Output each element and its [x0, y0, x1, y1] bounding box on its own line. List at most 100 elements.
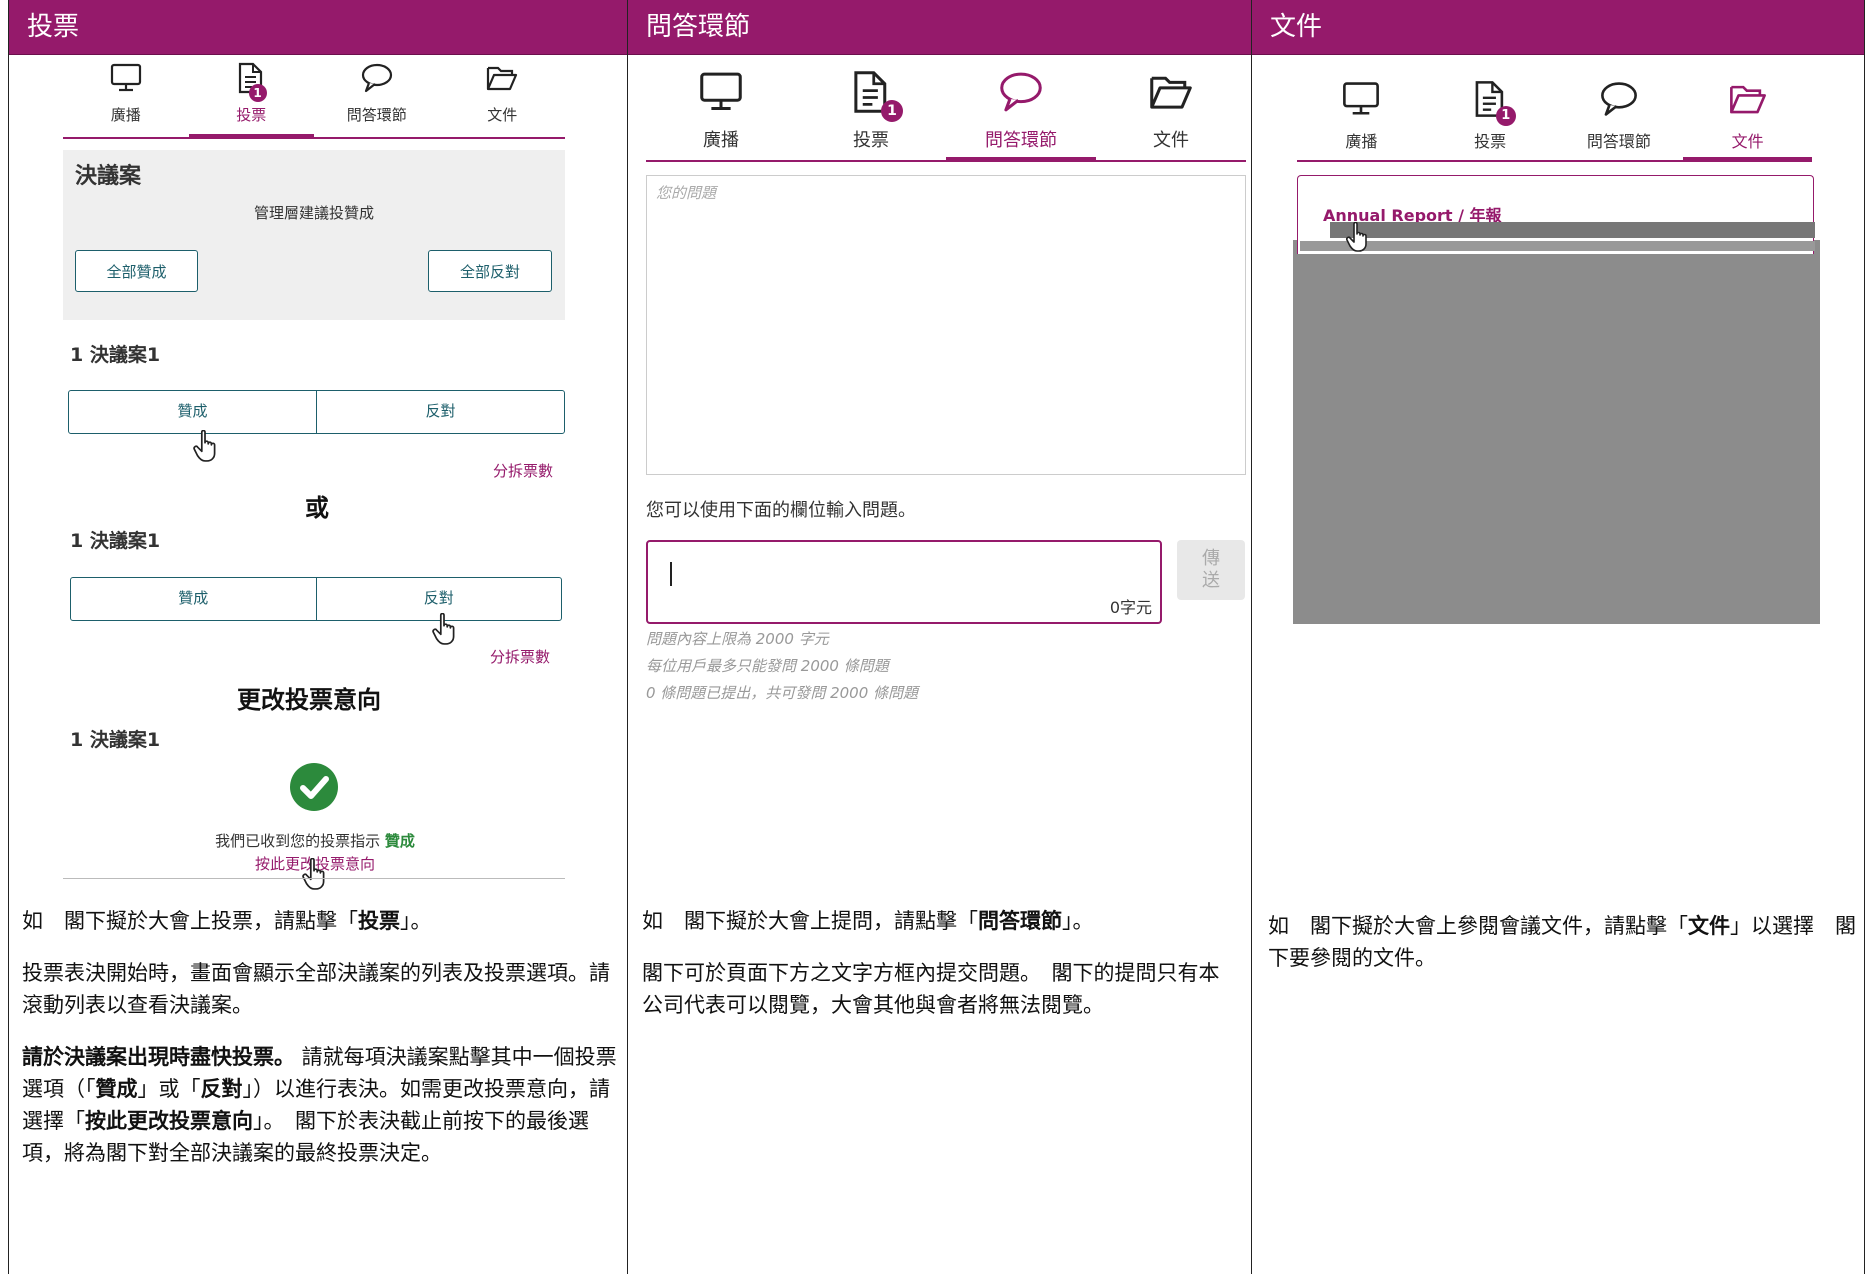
- question-history-box: 您的問題: [646, 175, 1246, 475]
- voting-instruction-p2: 投票表決開始時，畫面會顯示全部決議案的列表及投票選項。請滾動列表以查看決議案。: [22, 961, 610, 1017]
- resolution-label: 1 決議案1: [70, 530, 161, 552]
- all-against-button[interactable]: 全部反對: [428, 250, 552, 292]
- tab-qa-label: 問答環節: [985, 130, 1057, 151]
- documents-instructions: 如 閣下擬於大會上參閱會議文件，請點擊「文件」以選擇 閣下要參閱的文件。: [1268, 910, 1863, 994]
- against-button[interactable]: 反對: [316, 391, 564, 433]
- resolution-label: 1 決議案1: [70, 344, 161, 366]
- tab-vote[interactable]: 1 投票: [1426, 80, 1555, 160]
- tab-documents-label: 文件: [487, 106, 518, 124]
- for-button[interactable]: 贊成: [71, 578, 316, 620]
- document-viewer-overlay: [1293, 240, 1820, 624]
- question-input[interactable]: 0字元: [646, 540, 1162, 624]
- voting-instruction-p1: 如 閣下擬於大會上投票，請點擊「投票」。: [22, 905, 617, 937]
- monitor-icon: [110, 63, 141, 92]
- hand-pointer-icon: [193, 430, 216, 462]
- folder-icon: [1729, 85, 1766, 114]
- tab-vote-label: 投票: [853, 130, 889, 151]
- qa-instructions: 如 閣下擬於大會上提問，請點擊「問答環節」。 閣下可於頁面下方之文字方框內提交問…: [642, 905, 1237, 1041]
- voting-instructions: 如 閣下擬於大會上投票，請點擊「投票」。 投票表決開始時，畫面會顯示全部決議案的…: [22, 905, 617, 1189]
- instruction-bold: 按此更改投票意向: [85, 1108, 253, 1133]
- instruction-bold: 反對: [200, 1076, 243, 1101]
- vote-received-choice: 贊成: [384, 832, 415, 850]
- split-votes-link[interactable]: 分拆票數: [493, 460, 553, 481]
- tab-vote[interactable]: 1 投票: [796, 70, 946, 160]
- tab-documents-label: 文件: [1153, 130, 1189, 151]
- monitor-icon: [700, 72, 742, 111]
- qa-instruction-p2: 閣下可於頁面下方之文字方框內提交問題。 閣下的提問只有本公司代表可以閱覽，大會其…: [642, 961, 1220, 1017]
- vote-badge: 1: [1495, 106, 1516, 126]
- tab-vote-label: 投票: [236, 106, 267, 124]
- management-recommendation: 管理層建議投贊成: [253, 204, 374, 222]
- divider: [63, 878, 565, 879]
- tab-qa[interactable]: 問答環節: [314, 62, 440, 137]
- vote-badge: 1: [881, 100, 903, 122]
- instruction-bold: 問答環節: [978, 908, 1062, 933]
- tab-documents[interactable]: 文件: [1096, 70, 1246, 160]
- folder-icon: [1150, 76, 1192, 109]
- tab-qa-label: 問答環節: [1586, 132, 1651, 151]
- tab-broadcast[interactable]: 廣播: [1297, 80, 1426, 160]
- documents-instruction-p1: 如 閣下擬於大會上參閱會議文件，請點擊「文件」以選擇 閣下要參閱的文件。: [1268, 910, 1863, 974]
- all-for-button[interactable]: 全部贊成: [75, 250, 198, 292]
- qa-note-char-limit: 問題內容上限為 2000 字元: [646, 630, 829, 648]
- instruction-text: 」。: [1062, 909, 1094, 933]
- tab-vote-label: 投票: [1474, 132, 1507, 151]
- check-circle-icon: [290, 763, 338, 811]
- qa-hint: 您可以使用下面的欄位輸入問題。: [646, 500, 916, 521]
- qa-note-question-limit: 每位用戶最多只能發問 2000 條問題: [646, 657, 889, 675]
- chat-bubble-icon: [361, 63, 392, 93]
- tab-vote[interactable]: 1 投票: [188, 62, 315, 139]
- vote-options: 贊成 反對: [70, 577, 562, 621]
- question-history-placeholder: 您的問題: [656, 184, 717, 202]
- qa-tab-bar: 廣播 1 投票 問答環節 文件: [646, 70, 1246, 162]
- instruction-text: 如 閣下擬於大會上提問，請點擊「: [642, 909, 978, 933]
- chat-bubble-icon: [1600, 82, 1637, 116]
- instruction-bold: 請於決議案出現時盡快投票。: [22, 1044, 295, 1069]
- resolutions-header: 決議案 管理層建議投贊成 全部贊成 全部反對: [63, 150, 565, 320]
- voting-column-header: 投票: [9, 0, 628, 55]
- document-strip: [1330, 222, 1815, 238]
- tab-qa[interactable]: 問答環節: [946, 70, 1096, 162]
- text-caret: [670, 562, 672, 586]
- send-button-label: 傳送: [1202, 548, 1220, 591]
- qa-column-header: 問答環節: [628, 0, 1252, 55]
- split-votes-link[interactable]: 分拆票數: [490, 646, 550, 667]
- tab-documents[interactable]: 文件: [1683, 80, 1812, 162]
- document-strip: [1300, 241, 1815, 251]
- tab-qa-label: 問答環節: [346, 106, 407, 124]
- documents-column-header: 文件: [1252, 0, 1864, 55]
- send-button[interactable]: 傳送: [1177, 540, 1245, 600]
- tab-broadcast-label: 廣播: [110, 106, 141, 124]
- instruction-text: 如 閣下擬於大會上投票，請點擊「: [22, 909, 358, 933]
- hand-pointer-icon: [1346, 222, 1367, 252]
- tab-qa[interactable]: 問答環節: [1555, 80, 1684, 160]
- vote-badge: 1: [248, 84, 267, 102]
- qa-instruction-p1: 如 閣下擬於大會上提問，請點擊「問答環節」。: [642, 905, 1237, 937]
- tab-broadcast[interactable]: 廣播: [646, 70, 796, 160]
- documents-tab-bar: 廣播 1 投票 問答環節 文件: [1297, 80, 1812, 162]
- change-intention-heading: 更改投票意向: [237, 686, 381, 714]
- resolution-label: 1 決議案1: [70, 729, 161, 751]
- instruction-bold: 文件: [1688, 913, 1730, 938]
- resolutions-title: 決議案: [75, 164, 142, 189]
- for-button[interactable]: 贊成: [69, 391, 316, 433]
- instruction-bold: 投票: [358, 908, 400, 933]
- instruction-text: 如 閣下擬於大會上參閱會議文件，請點擊「: [1268, 914, 1688, 938]
- folder-icon: [487, 66, 518, 91]
- tab-broadcast-label: 廣播: [1345, 132, 1378, 151]
- qa-note-question-count: 0 條問題已提出，共可發問 2000 條問題: [646, 684, 919, 702]
- tab-broadcast[interactable]: 廣播: [63, 62, 189, 137]
- voting-instruction-p3: 請於決議案出現時盡快投票。 請就每項決議案點擊其中一個投票選項（「贊成」或「反對…: [22, 1041, 617, 1169]
- voting-tab-bar: 廣播 1 投票 問答環節 文件: [63, 62, 565, 139]
- hand-pointer-icon: [432, 613, 455, 645]
- tab-documents-label: 文件: [1731, 132, 1764, 151]
- monitor-icon: [1343, 82, 1380, 115]
- instruction-text: 」。: [400, 909, 432, 933]
- vote-received-message: 我們已收到您的投票指示 贊成: [150, 830, 480, 851]
- instruction-text: 」或「: [137, 1077, 201, 1101]
- vote-received-text: 我們已收到您的投票指示: [215, 832, 381, 850]
- chat-bubble-icon: [1000, 72, 1042, 112]
- tab-documents[interactable]: 文件: [440, 62, 566, 137]
- instruction-bold: 贊成: [95, 1076, 138, 1101]
- char-count: 0字元: [1109, 598, 1152, 617]
